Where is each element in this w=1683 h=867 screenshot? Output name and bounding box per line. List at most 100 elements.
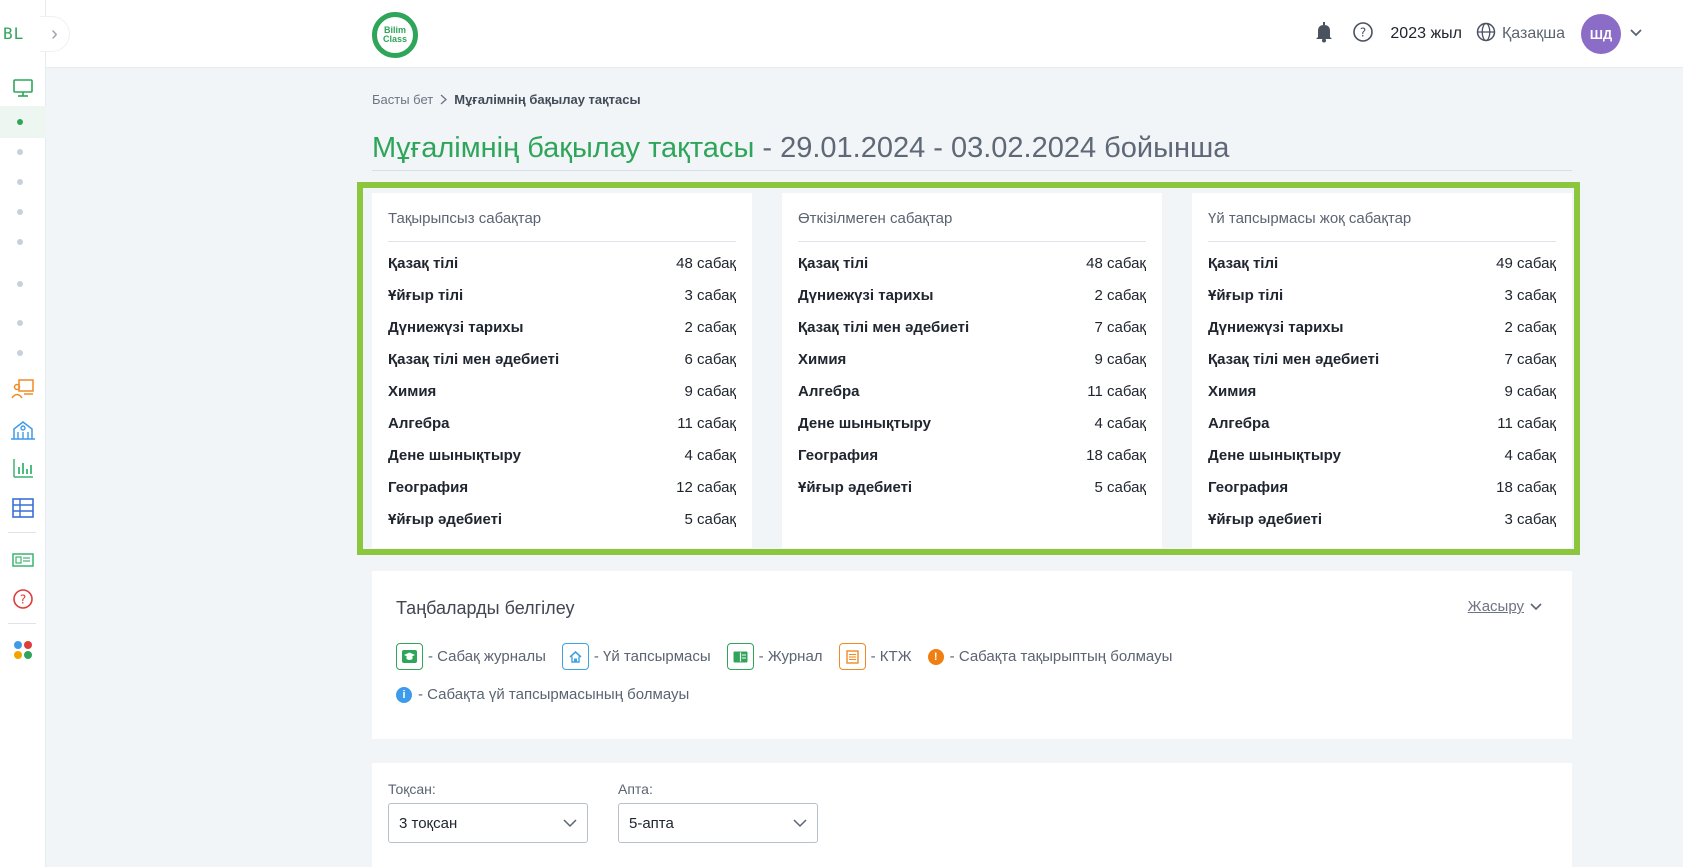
legend-hide-button[interactable]: Жасыру bbox=[1468, 598, 1542, 615]
list-item: Алгебра 11 сабақ bbox=[798, 383, 1146, 400]
list-item: Қазақ тілі 48 сабақ bbox=[798, 255, 1146, 272]
bilimclass-logo[interactable]: Bilim Class bbox=[372, 12, 418, 58]
question-circle-icon: ? bbox=[13, 589, 33, 609]
breadcrumb-current: Мұғалімнің бақылау тақтасы bbox=[454, 92, 641, 107]
sidebar-item-school[interactable] bbox=[0, 418, 46, 442]
list-item: Дене шынықтыру 4 сабақ bbox=[1208, 447, 1556, 464]
sidebar-separator bbox=[8, 532, 36, 533]
page-title: Мұғалімнің бақылау тақтасы - 29.01.2024 … bbox=[372, 132, 1229, 165]
list-item: Дүниежүзі тарихы 2 сабақ bbox=[388, 319, 736, 336]
list-item: Қазақ тілі мен әдебиеті 7 сабақ bbox=[798, 319, 1146, 336]
list-item: Алгебра 11 сабақ bbox=[1208, 415, 1556, 432]
list-item: Қазақ тілі 49 сабақ bbox=[1208, 255, 1556, 272]
academic-year[interactable]: 2023 жыл bbox=[1390, 25, 1462, 43]
sidebar-item-reports[interactable] bbox=[0, 456, 46, 480]
card-lessons-without-homework: Үй тапсырмасы жоқ сабақтар Қазақ тілі 49 … bbox=[1192, 193, 1572, 548]
list-item: Дене шынықтыру 4 сабақ bbox=[388, 447, 736, 464]
book-icon bbox=[726, 643, 754, 670]
list-item: География 12 сабақ bbox=[388, 479, 736, 496]
list-item: Дүниежүзі тарихы 2 сабақ bbox=[1208, 319, 1556, 336]
sidebar-item-apps[interactable] bbox=[0, 638, 46, 662]
legend-item-ktzh: - КТЖ bbox=[838, 643, 912, 670]
sidebar-subitem-6[interactable] bbox=[17, 281, 23, 287]
list-item: Ұйғыр тілі 3 сабақ bbox=[388, 287, 736, 304]
info-blue-icon: i bbox=[396, 686, 412, 703]
list-item: Қазақ тілі 48 сабақ bbox=[388, 255, 736, 272]
card-lessons-not-conducted: Өткізілмеген сабақтар Қазақ тілі 48 сабақ… bbox=[782, 193, 1162, 548]
legend-label: - Журнал bbox=[758, 648, 823, 665]
sidebar-subitem-1[interactable] bbox=[17, 119, 23, 125]
card-title: Өткізілмеген сабақтар bbox=[798, 210, 953, 227]
header: Bilim Class ? 2023 жыл Қазақша ШД bbox=[46, 0, 1683, 68]
card-divider bbox=[1208, 241, 1556, 242]
globe-icon[interactable] bbox=[1476, 22, 1496, 47]
list-item: Ұйғыр әдебиеті 5 сабақ bbox=[798, 479, 1146, 496]
week-select-value: 5-апта bbox=[629, 814, 674, 832]
sidebar-active-bg bbox=[0, 106, 46, 138]
sidebar-item-journal[interactable] bbox=[0, 548, 46, 572]
list-item: Химия 9 сабақ bbox=[388, 383, 736, 400]
sidebar-item-dashboard[interactable] bbox=[0, 76, 46, 100]
list-item: Қазақ тілі мен әдебиеті 6 сабақ bbox=[388, 351, 736, 368]
chevron-down-icon bbox=[793, 818, 807, 828]
list-item: Дене шынықтыру 4 сабақ bbox=[798, 415, 1146, 432]
language-selector[interactable]: Қазақша bbox=[1502, 25, 1565, 43]
avatar[interactable]: ШД bbox=[1581, 14, 1621, 54]
legend-item-homework: - Үй тапсырмасы bbox=[561, 643, 711, 670]
legend-label: - КТЖ bbox=[870, 648, 912, 665]
sidebar-item-teacher[interactable] bbox=[0, 377, 46, 401]
sidebar-item-schedule[interactable] bbox=[0, 496, 46, 520]
list-item: География 18 сабақ bbox=[798, 447, 1146, 464]
bell-icon[interactable] bbox=[1314, 21, 1334, 48]
title-divider bbox=[372, 170, 1572, 171]
help-icon[interactable]: ? bbox=[1352, 21, 1374, 48]
sidebar-subitem-3[interactable] bbox=[17, 179, 23, 185]
legend-item-lesson-journal: - Сабақ журналы bbox=[396, 643, 546, 670]
card-divider bbox=[388, 241, 736, 242]
sidebar-subitem-2[interactable] bbox=[17, 149, 23, 155]
legend-item-no-homework: i - Сабақта үй тапсырмасының болмауы bbox=[396, 686, 689, 703]
sidebar: BL ? bbox=[0, 0, 46, 867]
week-select[interactable]: 5-апта bbox=[618, 803, 818, 843]
list-item: География 18 сабақ bbox=[1208, 479, 1556, 496]
card-divider bbox=[798, 241, 1146, 242]
sidebar-item-help[interactable]: ? bbox=[0, 587, 46, 611]
list-item: Ұйғыр әдебиеті 3 сабақ bbox=[1208, 511, 1556, 528]
sidebar-separator-2 bbox=[8, 623, 36, 624]
school-icon bbox=[11, 421, 35, 440]
list-item: Ұйғыр тілі 3 сабақ bbox=[1208, 287, 1556, 304]
logo-text-2: Class bbox=[382, 34, 408, 44]
sidebar-subitem-7[interactable] bbox=[17, 320, 23, 326]
list-item: Алгебра 11 сабақ bbox=[388, 415, 736, 432]
card-lessons-without-topic: Тақырыпсыз сабақтар Қазақ тілі 48 сабақ Ұ… bbox=[372, 193, 752, 548]
svg-text:?: ? bbox=[20, 593, 26, 607]
page-title-main: Мұғалімнің бақылау тақтасы bbox=[372, 132, 755, 164]
info-orange-icon: ! bbox=[927, 648, 944, 665]
quarter-select-value: 3 тоқсан bbox=[399, 814, 458, 832]
chevron-down-icon bbox=[1530, 602, 1542, 611]
sidebar-subitem-5[interactable] bbox=[17, 239, 23, 245]
breadcrumb-home[interactable]: Басты бет bbox=[372, 92, 433, 107]
card-title: Үй тапсырмасы жоқ сабақтар bbox=[1208, 210, 1412, 227]
week-label: Апта: bbox=[618, 781, 653, 797]
table-icon bbox=[12, 498, 34, 518]
list-item: Ұйғыр әдебиеті 5 сабақ bbox=[388, 511, 736, 528]
chevron-right-icon bbox=[440, 94, 448, 105]
graduation-cap-icon bbox=[396, 643, 423, 670]
journal-card-icon bbox=[12, 553, 34, 567]
legend-label: - Үй тапсырмасы bbox=[593, 648, 711, 665]
monitor-icon bbox=[13, 79, 33, 97]
chevron-down-icon[interactable] bbox=[1629, 25, 1643, 43]
legend-label: - Сабақта үй тапсырмасының болмауы bbox=[418, 686, 690, 703]
sidebar-logo: BL bbox=[3, 24, 25, 43]
page-title-date-range: - 29.01.2024 - 03.02.2024 бойынша bbox=[754, 132, 1230, 164]
legend-label: - Сабақта тақырыптың болмауы bbox=[949, 648, 1173, 665]
legend-item-journal: - Журнал bbox=[726, 643, 823, 670]
quarter-select[interactable]: 3 тоқсан bbox=[388, 803, 588, 843]
legend-panel: Таңбаларды белгілеу Жасыру - Сабақ журна… bbox=[372, 571, 1572, 739]
sidebar-subitem-4[interactable] bbox=[17, 209, 23, 215]
legend-label: - Сабақ журналы bbox=[428, 648, 546, 665]
list-item: Химия 9 сабақ bbox=[798, 351, 1146, 368]
sidebar-subitem-8[interactable] bbox=[17, 350, 23, 356]
breadcrumb: Басты бет Мұғалімнің бақылау тақтасы bbox=[372, 92, 641, 107]
